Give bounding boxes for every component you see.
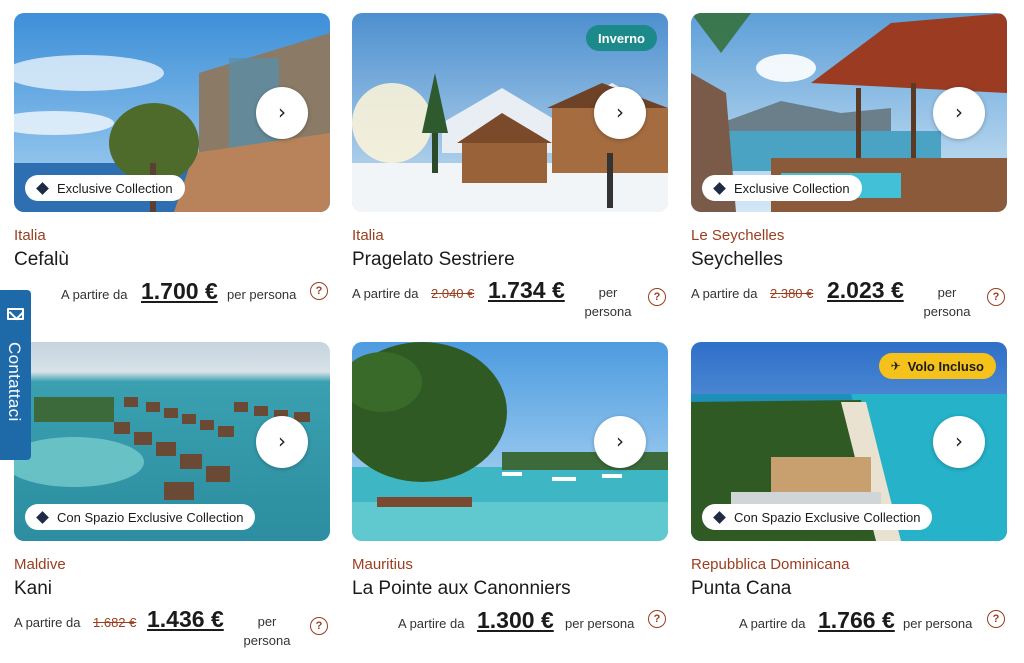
next-arrow-button[interactable]: › <box>933 87 985 139</box>
chevron-right-icon: › <box>616 429 624 453</box>
offer-name[interactable]: Seychelles <box>691 249 783 271</box>
help-icon[interactable]: ? <box>987 610 1005 628</box>
offer-name[interactable]: Cefalù <box>14 249 69 271</box>
help-icon[interactable]: ? <box>310 282 328 300</box>
old-price: 2.040 € <box>431 286 475 301</box>
offer-country: Repubblica Dominicana <box>691 556 850 573</box>
next-arrow-button[interactable]: › <box>594 87 646 139</box>
diamond-icon <box>36 181 49 195</box>
offer-country: Le Seychelles <box>691 227 785 244</box>
per-person-label: per persona <box>923 285 971 319</box>
from-label: A partire da <box>739 616 806 631</box>
next-arrow-button[interactable]: › <box>594 416 646 468</box>
offer-card-punta-cana[interactable]: ✈ Volo Incluso › Con Spazio Exclusive Col… <box>691 342 1007 633</box>
diamond-icon <box>36 510 49 524</box>
offer-image[interactable]: › Exclusive Collection <box>14 13 330 212</box>
chevron-right-icon: › <box>278 100 286 124</box>
per-person-label: per persona <box>243 614 291 648</box>
offer-image[interactable]: Inverno › <box>352 13 668 212</box>
price-row: A partire da 2.040 € 1.734 € per persona … <box>352 277 668 335</box>
help-icon[interactable]: ? <box>648 610 666 628</box>
diamond-icon <box>713 510 726 524</box>
per-person-label: per persona <box>565 616 635 631</box>
old-price: 1.682 € <box>93 615 137 630</box>
price-row: A partire da 1.682 € 1.436 € per persona … <box>14 606 330 663</box>
winter-tag: Inverno <box>586 25 657 51</box>
price: 2.023 € <box>827 277 904 303</box>
help-icon[interactable]: ? <box>987 288 1005 306</box>
chevron-right-icon: › <box>278 429 286 453</box>
price: 1.734 € <box>488 277 565 303</box>
flight-included-tag: ✈ Volo Incluso <box>878 353 996 379</box>
old-price: 2.380 € <box>770 286 814 301</box>
offer-country: Italia <box>352 227 384 244</box>
diamond-icon <box>713 181 726 195</box>
collection-badge: Con Spazio Exclusive Collection <box>702 504 933 530</box>
offer-country: Maldive <box>14 556 66 573</box>
price: 1.700 € <box>141 278 218 304</box>
from-label: A partire da <box>398 616 465 631</box>
chevron-right-icon: › <box>616 100 624 124</box>
offer-image[interactable]: › <box>352 342 668 541</box>
offer-image[interactable]: › Con Spazio Exclusive Collection <box>14 342 330 541</box>
help-icon[interactable]: ? <box>648 288 666 306</box>
next-arrow-button[interactable]: › <box>933 416 985 468</box>
plane-icon: ✈ <box>890 359 901 373</box>
per-person-label: per persona <box>903 616 973 631</box>
offer-name[interactable]: La Pointe aux Canonniers <box>352 578 571 600</box>
collection-badge: Exclusive Collection <box>25 175 185 201</box>
per-person-label: per persona <box>227 287 297 302</box>
offer-card-cefalu[interactable]: › Exclusive Collection Italia Cefalù A p… <box>14 13 330 304</box>
price-row: A partire da 1.766 € per persona ? <box>691 607 1007 663</box>
offer-card-seychelles[interactable]: › Exclusive Collection Le Seychelles Sey… <box>691 13 1007 319</box>
offer-image[interactable]: › Exclusive Collection <box>691 13 1007 212</box>
envelope-icon <box>7 308 24 320</box>
offer-image[interactable]: ✈ Volo Incluso › Con Spazio Exclusive Col… <box>691 342 1007 541</box>
offer-name[interactable]: Kani <box>14 578 52 600</box>
price: 1.766 € <box>818 607 895 633</box>
offer-name[interactable]: Punta Cana <box>691 578 791 600</box>
next-arrow-button[interactable]: › <box>256 416 308 468</box>
offer-name[interactable]: Pragelato Sestriere <box>352 249 515 271</box>
from-label: A partire da <box>61 287 128 302</box>
offer-country: Italia <box>14 227 46 244</box>
per-person-label: per persona <box>584 285 632 319</box>
contact-tab[interactable]: Contattaci <box>0 290 31 460</box>
from-label: A partire da <box>691 286 758 301</box>
collection-badge: Exclusive Collection <box>702 175 862 201</box>
price: 1.300 € <box>477 607 554 633</box>
offer-card-kani[interactable]: › Con Spazio Exclusive Collection Maldiv… <box>14 342 330 648</box>
offer-country: Mauritius <box>352 556 413 573</box>
chevron-right-icon: › <box>955 429 963 453</box>
chevron-right-icon: › <box>955 100 963 124</box>
from-label: A partire da <box>352 286 419 301</box>
price: 1.436 € <box>147 606 224 632</box>
help-icon[interactable]: ? <box>310 617 328 635</box>
next-arrow-button[interactable]: › <box>256 87 308 139</box>
offer-card-pragelato[interactable]: Inverno › Italia Pragelato Sestriere A p… <box>352 13 668 319</box>
offer-card-la-pointe[interactable]: › Mauritius La Pointe aux Canonniers A p… <box>352 342 668 633</box>
collection-badge: Con Spazio Exclusive Collection <box>25 504 256 530</box>
from-label: A partire da <box>14 615 81 630</box>
price-row: A partire da 1.700 € per persona ? <box>14 278 330 335</box>
price-row: A partire da 1.300 € per persona ? <box>352 607 668 663</box>
price-row: A partire da 2.380 € 2.023 € per persona … <box>691 277 1007 335</box>
contact-tab-label: Contattaci <box>5 342 24 422</box>
